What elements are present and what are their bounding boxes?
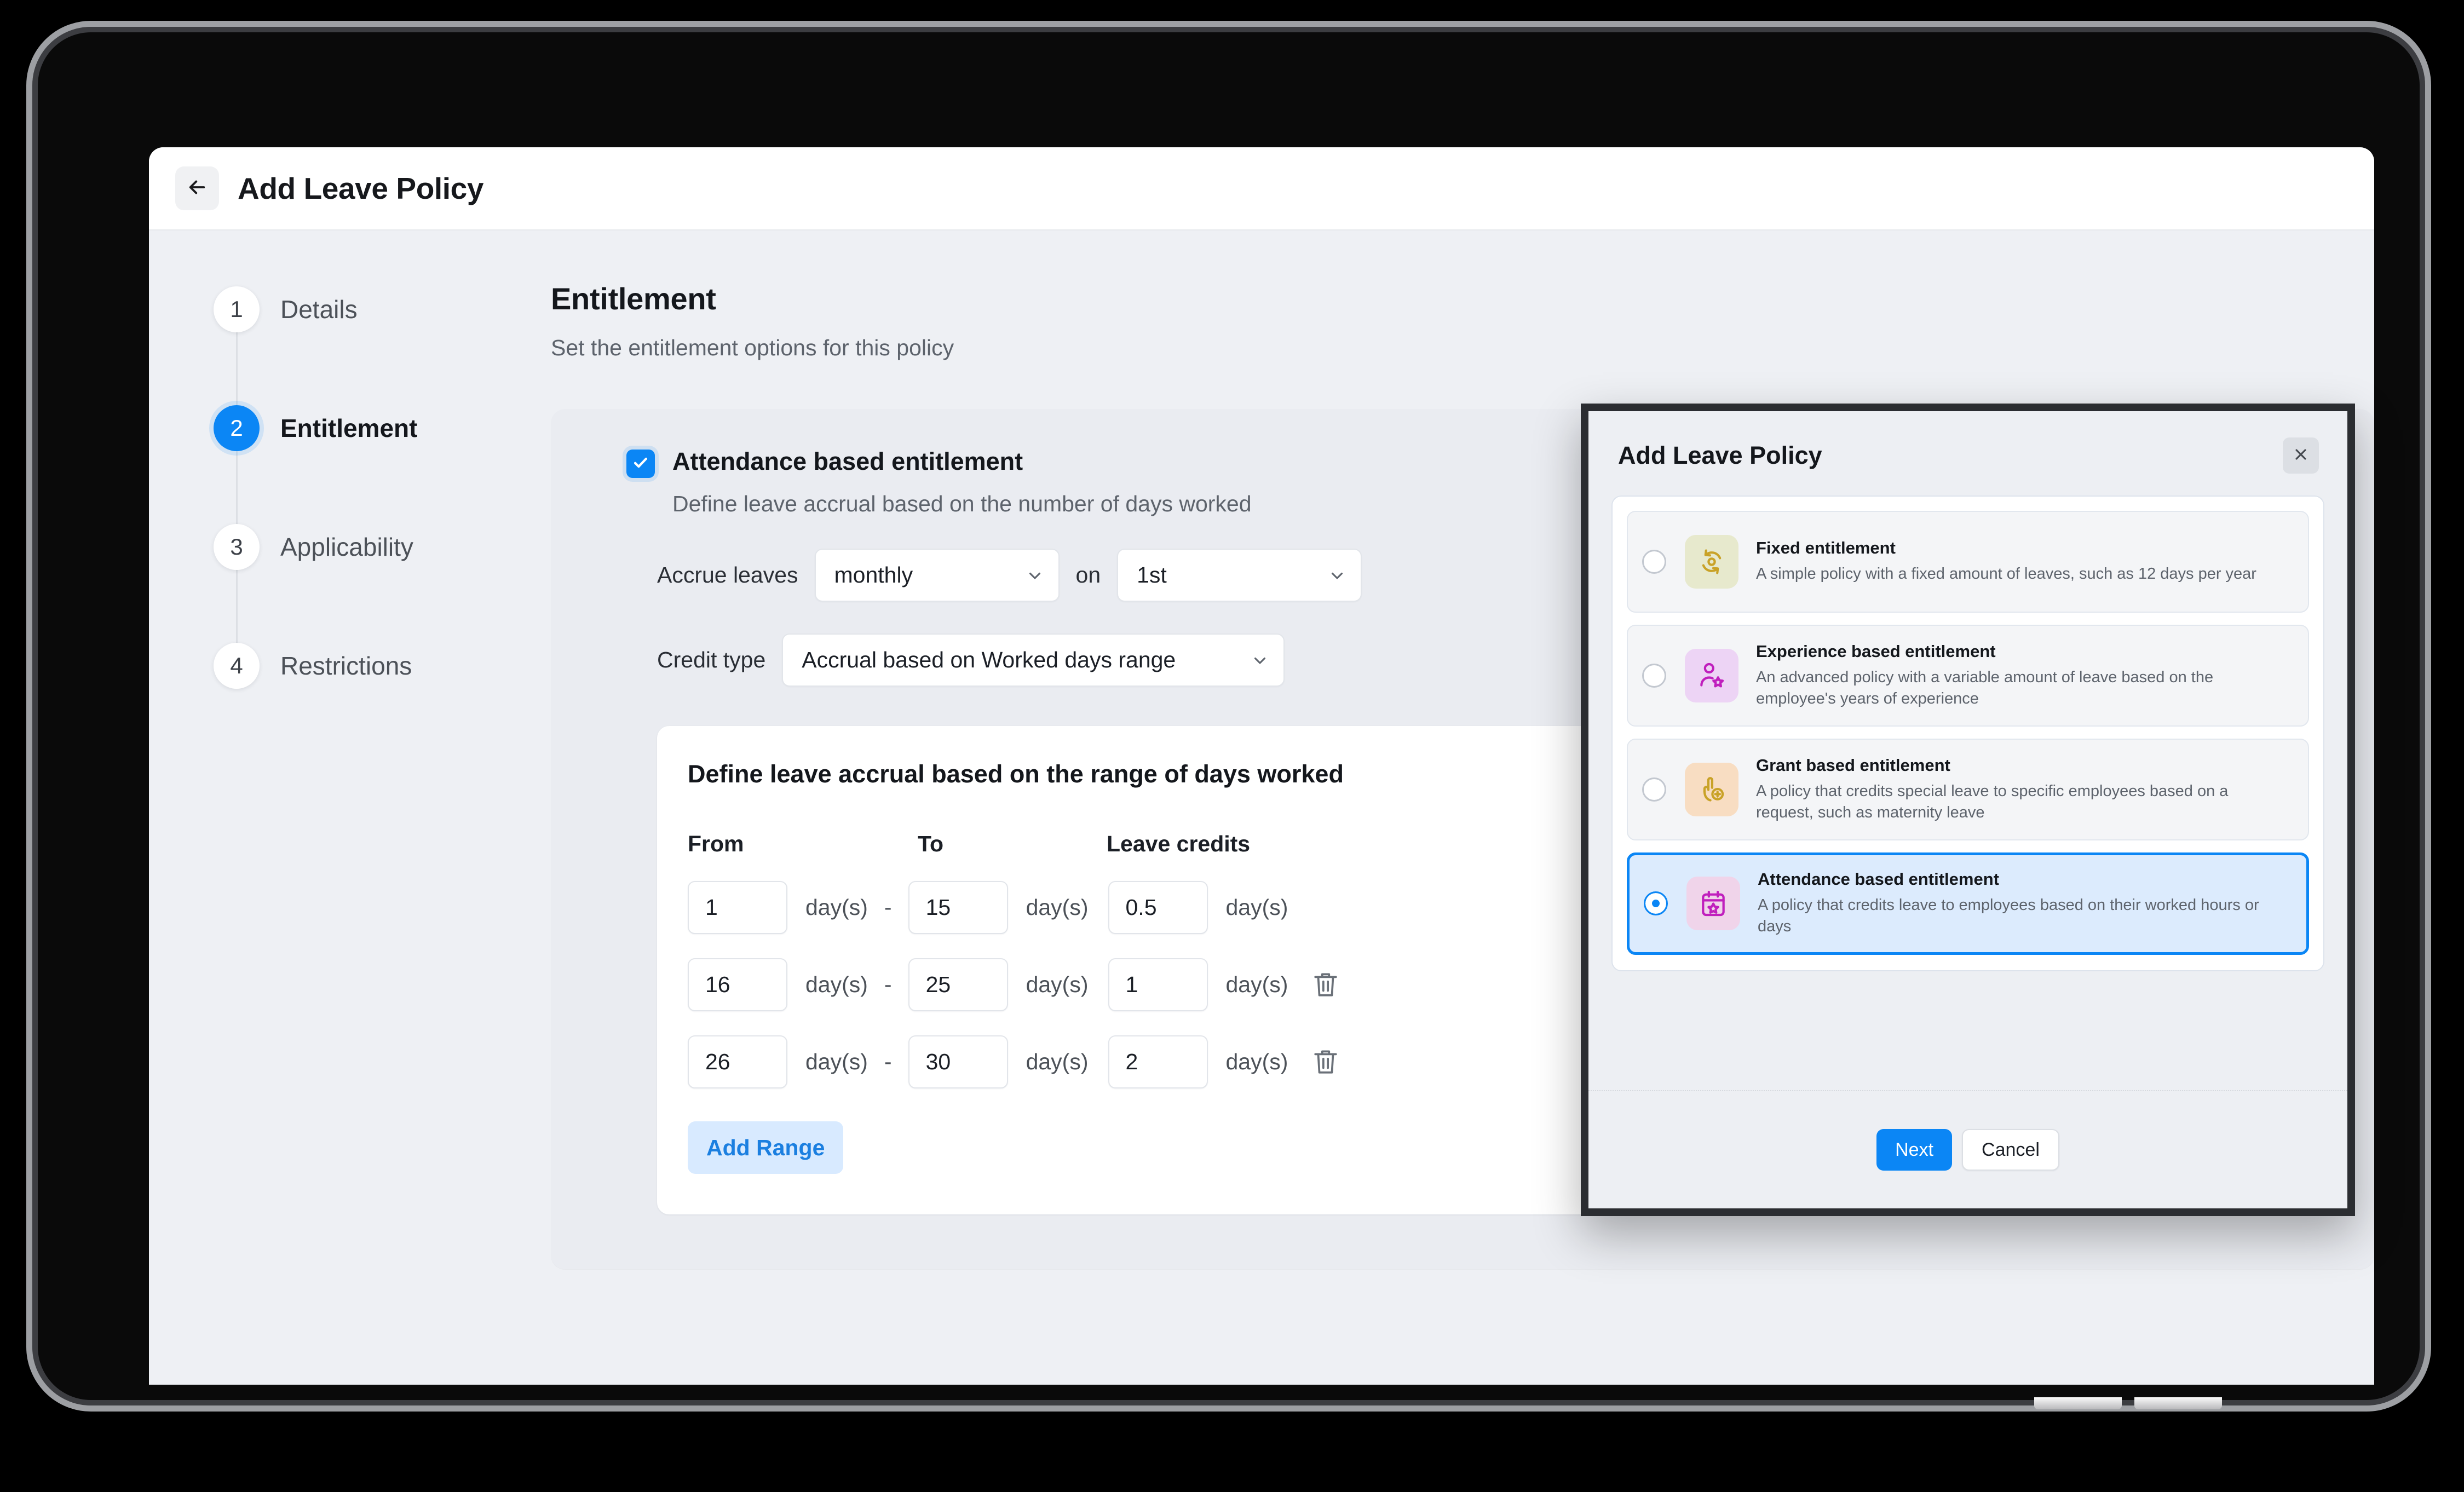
option-title: Grant based entitlement [1756,755,1950,775]
add-range-button[interactable]: Add Range [688,1121,844,1174]
range-from-input[interactable]: 1 [688,881,787,934]
range-separator: - [884,895,892,920]
chevron-down-icon [1026,566,1044,585]
step-label: Restrictions [280,652,412,680]
hand-plus-icon [1685,763,1738,816]
step-number: 2 [214,405,260,451]
range-to-input[interactable]: 25 [908,958,1008,1011]
trash-icon[interactable] [1312,970,1339,1000]
unit-label: day(s) [1026,972,1089,997]
cancel-button[interactable]: Cancel [1962,1129,2059,1171]
modal-header: Add Leave Policy [1588,411,2347,474]
credit-type-select[interactable]: Accrual based on Worked days range [782,633,1285,687]
calendar-star-icon [1686,877,1740,931]
accrue-frequency-value: monthly [834,562,913,587]
sidebar-item-entitlement[interactable]: 2 Entitlement [214,405,551,451]
sidebar-item-restrictions[interactable]: 4 Restrictions [214,643,551,689]
chevron-down-icon [1251,651,1269,670]
stepper-rail [236,326,238,649]
range-from-input[interactable]: 26 [688,1035,787,1088]
chevron-down-icon [1328,566,1346,585]
range-from-input[interactable]: 16 [688,958,787,1011]
close-button[interactable] [2283,437,2319,474]
step-label: Details [280,295,358,324]
radio-grant-based-entitlement[interactable] [1642,777,1666,802]
step-number: 3 [214,524,260,570]
sidebar-item-details[interactable]: 1 Details [214,286,551,332]
option-fixed-entitlement[interactable]: Fixed entitlement A simple policy with a… [1627,511,2309,613]
step-label: Entitlement [280,414,418,442]
user-star-icon [1685,649,1738,702]
sidebar-item-applicability[interactable]: 3 Applicability [214,524,551,570]
unit-label: day(s) [1225,1049,1288,1074]
range-separator: - [884,972,892,997]
unit-label: day(s) [1225,895,1288,920]
leave-credits-input[interactable]: 2 [1108,1035,1208,1088]
option-experience-based-entitlement[interactable]: Experience based entitlement An advanced… [1627,625,2309,727]
attendance-entitlement-checkbox[interactable] [626,450,655,478]
leave-credits-input[interactable]: 1 [1108,958,1208,1011]
close-icon [2292,446,2310,466]
step-number: 4 [214,643,260,689]
option-description: A policy that credits special leave to s… [1756,782,2229,821]
option-grant-based-entitlement[interactable]: Grant based entitlement A policy that cr… [1627,739,2309,840]
check-icon [631,453,650,475]
app-topbar: Add Leave Policy [149,147,2374,231]
column-header-to: To [918,831,944,856]
attendance-entitlement-label: Attendance based entitlement [672,447,1023,475]
unit-label: day(s) [1225,972,1288,997]
step-number: 1 [214,286,260,332]
option-description: A simple policy with a fixed amount of l… [1756,565,2256,583]
arrow-left-icon [186,176,209,201]
next-button[interactable]: Next [1876,1129,1953,1171]
entitlement-options-panel: Fixed entitlement A simple policy with a… [1611,496,2324,971]
accrue-frequency-select[interactable]: monthly [814,549,1060,602]
accrue-on-label: on [1075,562,1101,587]
modal-footer: Next Cancel [1588,1090,2347,1208]
modal-title: Add Leave Policy [1618,441,1822,469]
option-description: A policy that credits leave to employees… [1758,896,2259,936]
step-label: Applicability [280,533,413,561]
accrue-day-value: 1st [1137,562,1167,587]
refresh-circle-icon [1685,535,1738,589]
radio-attendance-based-entitlement[interactable] [1644,891,1668,916]
column-header-from: From [688,831,744,856]
unit-label: day(s) [1026,1049,1089,1074]
back-button[interactable] [175,166,219,210]
section-title: Entitlement [551,281,716,316]
accrue-leaves-label: Accrue leaves [657,562,798,587]
option-title: Experience based entitlement [1756,641,1996,661]
option-title: Attendance based entitlement [1758,869,1999,889]
unit-label: day(s) [1026,895,1089,920]
option-attendance-based-entitlement[interactable]: Attendance based entitlement A policy th… [1627,852,2309,955]
accrue-day-select[interactable]: 1st [1117,549,1362,602]
range-to-input[interactable]: 30 [908,1035,1008,1088]
leave-credits-input[interactable]: 0.5 [1108,881,1208,934]
credit-type-label: Credit type [657,647,766,672]
device-button-volume[interactable] [2034,1397,2122,1409]
unit-label: day(s) [805,895,868,920]
column-header-leave-credits: Leave credits [1107,831,1251,856]
option-description: An advanced policy with a variable amoun… [1756,668,2214,707]
wizard-stepper: 1 Details 2 Entitlement 3 Applicability … [149,231,551,1385]
range-to-input[interactable]: 15 [908,881,1008,934]
range-separator: - [884,1049,892,1074]
radio-experience-based-entitlement[interactable] [1642,664,1666,688]
attendance-entitlement-description: Define leave accrual based on the number… [672,491,1252,516]
radio-fixed-entitlement[interactable] [1642,550,1666,574]
page-title: Add Leave Policy [238,171,484,205]
credit-type-value: Accrual based on Worked days range [802,647,1176,672]
option-title: Fixed entitlement [1756,538,1896,558]
unit-label: day(s) [805,972,868,997]
device-button-power[interactable] [2134,1397,2222,1409]
tablet-device-frame: Add Leave Policy 1 Details 2 Entitlement… [26,21,2431,1412]
add-leave-policy-modal: Add Leave Policy Fixed entitlement A sim… [1581,404,2355,1216]
trash-icon[interactable] [1312,1047,1339,1078]
section-subtitle: Set the entitlement options for this pol… [551,335,954,360]
unit-label: day(s) [805,1049,868,1074]
